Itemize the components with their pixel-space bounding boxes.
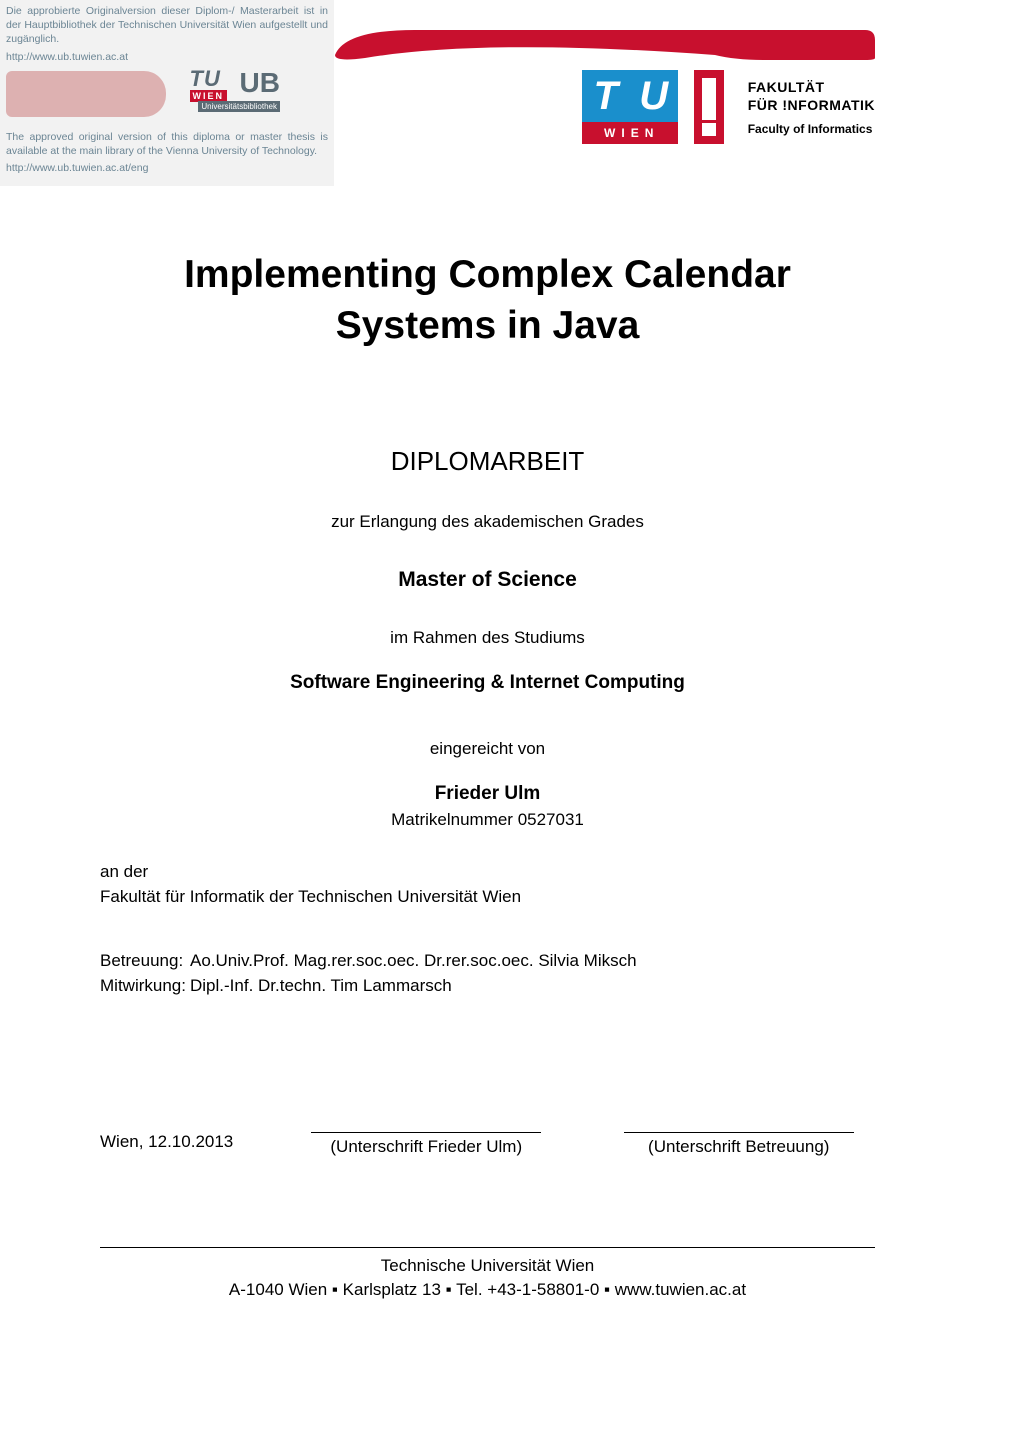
signature-line-supervisor <box>624 1132 854 1133</box>
logo-letter-u: U <box>630 70 678 122</box>
ub-sublabel: Universitätsbibliothek <box>198 101 280 112</box>
notice-german-text: Die approbierte Originalversion dieser D… <box>6 4 328 47</box>
header-logo-block: T U WIEN FAKULTÄT FÜR !NFORMATIK Faculty… <box>582 70 875 144</box>
purpose-line: zur Erlangung des akademischen Grades <box>100 512 875 532</box>
exclamation-icon <box>694 70 724 144</box>
pink-shape-decoration <box>6 71 166 117</box>
faculty-en: Faculty of Informatics <box>748 122 875 136</box>
ub-logo-block: TU WIEN UB Universitätsbibliothek <box>6 69 328 124</box>
context-line: im Rahmen des Studiums <box>100 628 875 648</box>
signature-author-label: (Unterschrift Frieder Ulm) <box>290 1137 563 1157</box>
signature-supervisor-block: (Unterschrift Betreuung) <box>603 1132 876 1157</box>
ub-text: UB <box>240 69 280 97</box>
matriculation-number: Matrikelnummer 0527031 <box>100 810 875 830</box>
notice-english-text: The approved original version of this di… <box>6 130 328 158</box>
supervisor-name: Ao.Univ.Prof. Mag.rer.soc.oec. Dr.rer.so… <box>190 949 637 974</box>
signature-supervisor-label: (Unterschrift Betreuung) <box>603 1137 876 1157</box>
page-footer: Technische Universität Wien A-1040 Wien … <box>100 1247 875 1302</box>
affiliation-line: Fakultät für Informatik der Technischen … <box>100 885 875 910</box>
library-link-de[interactable]: http://www.ub.tuwien.ac.at <box>6 51 328 63</box>
author-name: Frieder Ulm <box>100 783 875 805</box>
affiliation-supervision-block: an der Fakultät für Informatik der Techn… <box>100 860 875 999</box>
footer-rule <box>100 1247 875 1248</box>
affiliation-intro: an der <box>100 860 875 885</box>
tu-text-small: TU <box>190 69 238 90</box>
logo-wien-bar: WIEN <box>582 122 678 144</box>
place-date: Wien, 12.10.2013 <box>100 1132 290 1157</box>
logo-letter-t: T <box>582 70 630 122</box>
signature-author-block: (Unterschrift Frieder Ulm) <box>290 1132 563 1157</box>
faculty-text-block: FAKULTÄT FÜR !NFORMATIK Faculty of Infor… <box>740 70 875 144</box>
faculty-de-line2: FÜR !NFORMATIK <box>748 96 875 114</box>
assistance-label: Mitwirkung: <box>100 974 190 999</box>
library-link-en[interactable]: http://www.ub.tuwien.ac.at/eng <box>6 162 328 174</box>
supervision-label: Betreuung: <box>100 949 190 974</box>
assistant-name: Dipl.-Inf. Dr.techn. Tim Lammarsch <box>190 974 452 999</box>
footer-address: A-1040 Wien ▪ Karlsplatz 13 ▪ Tel. +43-1… <box>100 1278 875 1302</box>
degree-name: Master of Science <box>100 568 875 592</box>
document-type: DIPLOMARBEIT <box>100 446 875 477</box>
title-page-content: Implementing Complex Calendar Systems in… <box>100 240 875 830</box>
signature-line-author <box>311 1132 541 1133</box>
red-swoosh-decoration <box>335 20 875 60</box>
study-program: Software Engineering & Internet Computin… <box>100 672 875 694</box>
submitted-by-label: eingereicht von <box>100 739 875 759</box>
tu-wien-logo: T U WIEN <box>582 70 678 144</box>
library-notice-box: Die approbierte Originalversion dieser D… <box>0 0 334 186</box>
footer-institution: Technische Universität Wien <box>100 1254 875 1278</box>
faculty-de-line1: FAKULTÄT <box>748 78 875 96</box>
signature-row: Wien, 12.10.2013 (Unterschrift Frieder U… <box>100 1132 875 1157</box>
thesis-title: Implementing Complex Calendar Systems in… <box>100 250 875 351</box>
